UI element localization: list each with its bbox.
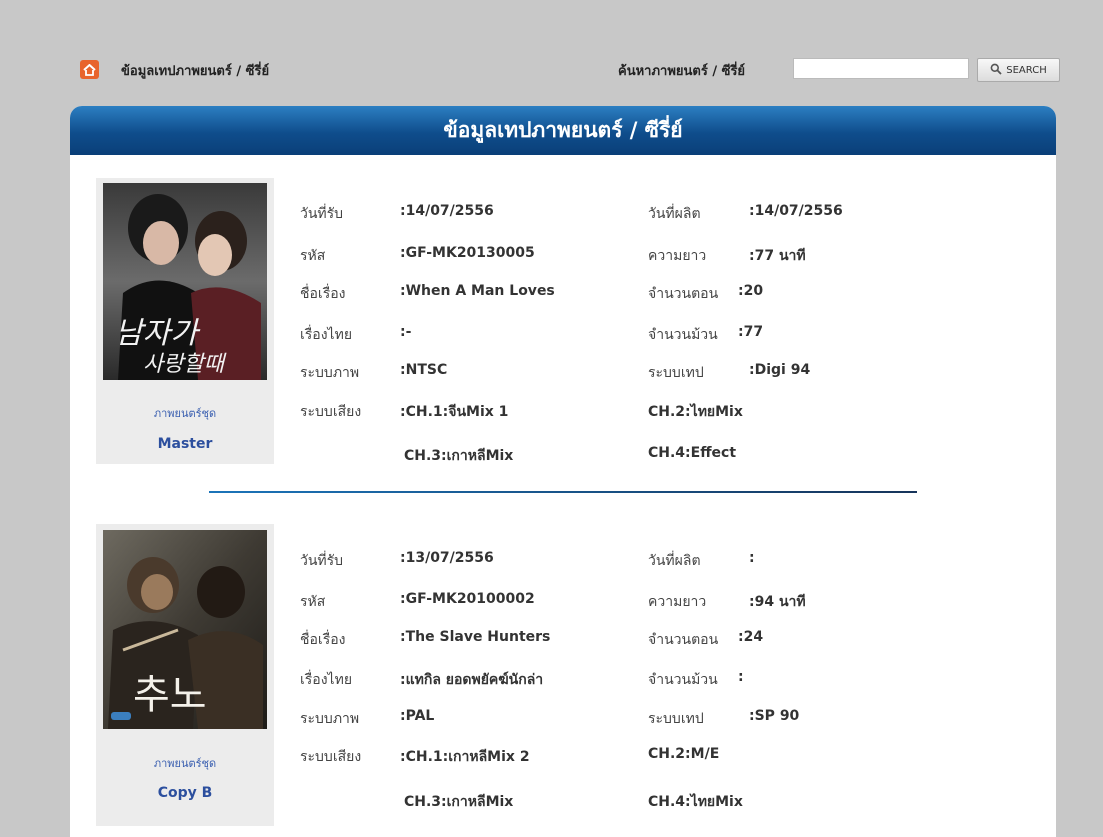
length-value: :77 นาที	[749, 248, 806, 264]
title-label: ชื่อเรื่อง	[300, 632, 346, 648]
thai-title-label: เรื่องไทย	[300, 327, 353, 343]
top-bar: ข้อมูลเทปภาพยนตร์ / ซีรี่ย์ ค้นหาภาพยนตร…	[0, 0, 1103, 105]
episodes-label: จำนวนตอน	[648, 632, 719, 648]
produced-value: :14/07/2556	[749, 203, 843, 219]
code-label: รหัส	[300, 248, 326, 264]
poster-image[interactable]: 남자가 사랑할때	[103, 183, 267, 380]
code-label: รหัส	[300, 594, 326, 610]
audio-ch3: CH.3:เกาหลีMix	[404, 794, 514, 810]
audio-ch1: :CH.1:เกาหลีMix 2	[400, 749, 530, 765]
length-value: :94 นาที	[749, 594, 806, 610]
received-label: วันที่รับ	[300, 553, 344, 569]
reels-label: จำนวนม้วน	[648, 327, 718, 343]
audio-ch3: CH.3:เกาหลีMix	[404, 448, 514, 464]
site-title[interactable]: ข้อมูลเทปภาพยนตร์ / ซีรี่ย์	[121, 60, 269, 81]
search-button[interactable]: SEARCH	[977, 58, 1060, 82]
card-type-label: ภาพยนตร์ชุด	[153, 757, 217, 770]
record-divider	[209, 491, 917, 493]
card-type-label: ภาพยนตร์ชุด	[153, 407, 217, 420]
episodes-value: :20	[738, 283, 764, 299]
video-system-label: ระบบภาพ	[300, 365, 360, 381]
received-value: :13/07/2556	[400, 550, 494, 566]
audio-system-label: ระบบเสียง	[300, 404, 362, 420]
tape-system-label: ระบบเทป	[648, 365, 704, 381]
thai-title-value: :-	[400, 324, 412, 340]
audio-ch1: :CH.1:จีนMix 1	[400, 404, 509, 420]
audio-ch2: CH.2:ไทยMix	[648, 404, 743, 420]
title-value: :The Slave Hunters	[400, 629, 551, 645]
search-label: ค้นหาภาพยนตร์ / ซีรี่ย์	[618, 64, 746, 79]
audio-ch2: CH.2:M/E	[648, 746, 720, 762]
poster-image[interactable]: 추노	[103, 530, 267, 729]
title-label: ชื่อเรื่อง	[300, 286, 346, 302]
length-label: ความยาว	[648, 594, 707, 610]
tape-info-panel: ข้อมูลเทปภาพยนตร์ / ซีรี่ย์ 남자가 사랑할때 ภาพ…	[70, 106, 1056, 837]
thai-title-value: :แทกิล ยอดพยัคฆ์นักล่า	[400, 672, 544, 688]
reels-label: จำนวนม้วน	[648, 672, 718, 688]
card-version-label: Copy B	[157, 785, 213, 801]
produced-label: วันที่ผลิต	[648, 206, 701, 222]
svg-text:남자가: 남자가	[115, 316, 201, 351]
video-system-label: ระบบภาพ	[300, 711, 360, 727]
audio-system-label: ระบบเสียง	[300, 749, 362, 765]
svg-text:추노: 추노	[133, 672, 207, 718]
reels-value: :77	[738, 324, 764, 340]
received-label: วันที่รับ	[300, 206, 344, 222]
video-system-value: :NTSC	[400, 362, 448, 378]
produced-value: :	[749, 550, 755, 566]
magnifier-icon	[990, 63, 1002, 78]
code-value: :GF-MK20100002	[400, 591, 535, 607]
movie-card: 남자가 사랑할때 ภาพยนตร์ชุด Master	[96, 178, 274, 464]
panel-header: ข้อมูลเทปภาพยนตร์ / ซีรี่ย์	[70, 106, 1056, 155]
episodes-label: จำนวนตอน	[648, 286, 719, 302]
length-label: ความยาว	[648, 248, 707, 264]
tape-system-label: ระบบเทป	[648, 711, 704, 727]
home-icon[interactable]	[80, 60, 99, 79]
produced-label: วันที่ผลิต	[648, 553, 701, 569]
search-input[interactable]	[793, 58, 969, 79]
tape-system-value: :Digi 94	[749, 362, 811, 378]
audio-ch4: CH.4:ไทยMix	[648, 794, 743, 810]
reels-value: :	[738, 669, 744, 685]
episodes-value: :24	[738, 629, 764, 645]
code-value: :GF-MK20130005	[400, 245, 535, 261]
tape-system-value: :SP 90	[749, 708, 800, 724]
received-value: :14/07/2556	[400, 203, 494, 219]
svg-text:사랑할때: 사랑할때	[143, 352, 227, 377]
thai-title-label: เรื่องไทย	[300, 672, 353, 688]
search-button-label: SEARCH	[1006, 64, 1047, 76]
panel-title: ข้อมูลเทปภาพยนตร์ / ซีรี่ย์	[443, 117, 683, 142]
title-value: :When A Man Loves	[400, 283, 555, 299]
card-version-label: Master	[157, 436, 213, 452]
video-system-value: :PAL	[400, 708, 435, 724]
movie-card: 추노 ภาพยนตร์ชุด Copy B	[96, 524, 274, 826]
audio-ch4: CH.4:Effect	[648, 445, 737, 461]
